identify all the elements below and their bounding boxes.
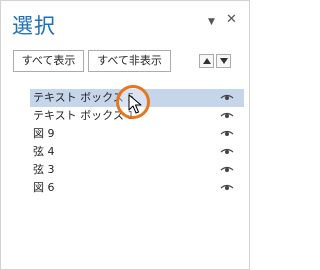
eye-icon[interactable] [220,184,234,192]
list-item-label: 図 6 [33,181,55,194]
bring-forward-button[interactable] [199,54,214,68]
list-item[interactable]: 図 9 [30,125,244,143]
list-item[interactable]: 弦 3 [30,161,244,179]
mouse-pointer-icon [128,94,142,114]
list-item[interactable]: 図 6 [30,179,244,197]
close-icon[interactable]: ✕ [226,13,237,26]
hide-all-button[interactable]: すべて非表示 [88,50,171,72]
triangle-down-icon [220,58,228,64]
list-item-label: 弦 3 [33,163,55,176]
eye-icon[interactable] [220,148,234,156]
list-item-label: 弦 4 [33,145,55,158]
list-item[interactable]: 弦 4 [30,143,244,161]
send-backward-button[interactable] [216,54,231,68]
eye-icon[interactable] [220,130,234,138]
eye-icon[interactable] [220,112,234,120]
chevron-down-icon[interactable]: ▼ [208,16,215,28]
show-all-button[interactable]: すべて表示 [13,50,84,72]
triangle-up-icon [203,58,211,64]
eye-icon[interactable] [220,94,234,102]
eye-icon[interactable] [220,166,234,174]
list-item-label: 図 9 [33,127,55,140]
pane-title: 選択 [12,14,56,38]
